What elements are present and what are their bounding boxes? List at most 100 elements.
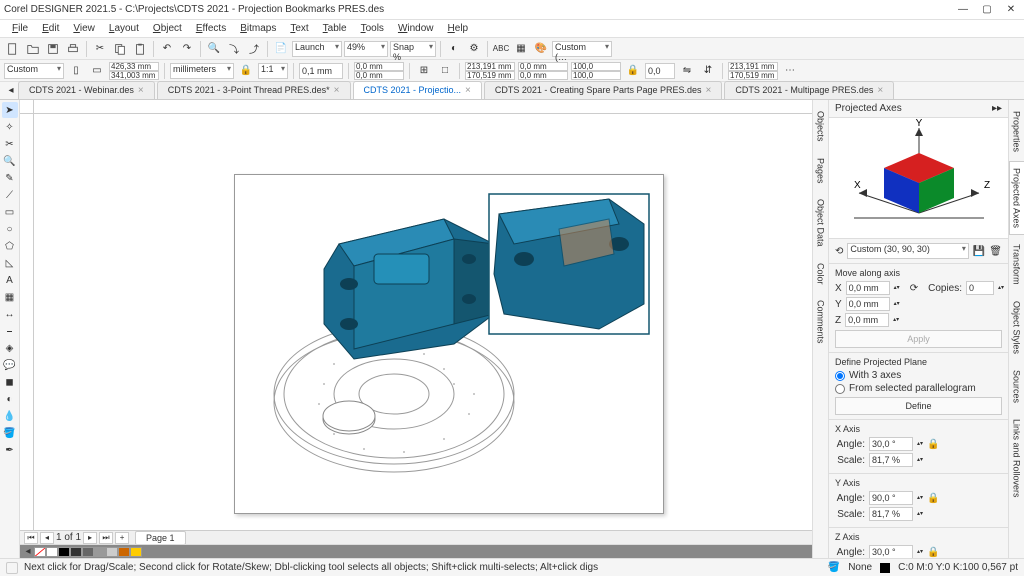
treat-as-icon[interactable]: □ [436,62,454,80]
menu-view[interactable]: View [67,21,101,36]
z-angle-input[interactable] [869,545,913,558]
docker-tab-projected-axes[interactable]: Projected Axes [1009,161,1024,235]
define-button[interactable]: Define [835,397,1002,415]
delete-preset-icon[interactable]: 🗑 [989,246,1002,257]
color-swatch[interactable] [70,547,82,557]
scale-pct[interactable] [571,62,621,80]
copies-input[interactable] [966,281,994,295]
menu-window[interactable]: Window [392,21,440,36]
last-page-button[interactable]: ⏭ [99,532,113,544]
cut-icon[interactable]: ✂ [91,40,109,58]
first-page-button[interactable]: ⏮ [24,532,38,544]
nudge-input[interactable] [299,63,343,79]
fill-tool[interactable]: 🪣 [2,425,18,441]
menu-object[interactable]: Object [147,21,188,36]
align-icon[interactable]: ⊞ [415,62,433,80]
obj-size[interactable] [465,62,515,80]
color-swatch[interactable] [82,547,94,557]
dimension-tool[interactable]: ↔ [2,306,18,322]
zoom-combo[interactable]: 49% [344,41,388,57]
zoom-tool[interactable]: 🔍 [2,153,18,169]
export-icon[interactable]: ⤴ [245,40,263,58]
page-preset-combo[interactable]: Custom [4,63,64,79]
tab-scroll-left-icon[interactable]: ◂ [4,81,18,99]
move-z-input[interactable] [845,313,889,327]
table-tool[interactable]: ▦ [2,289,18,305]
redo-icon[interactable]: ↷ [178,40,196,58]
color-swatch[interactable] [118,547,130,557]
lock-icon[interactable]: 🔒 [927,547,939,558]
menu-help[interactable]: Help [442,21,475,36]
menu-table[interactable]: Table [317,21,353,36]
3point-tool[interactable]: ◺ [2,255,18,271]
minimize-button[interactable]: — [954,3,972,17]
add-page-button[interactable]: + [115,532,129,544]
no-fill-swatch[interactable] [34,547,46,557]
paste-icon[interactable] [131,40,149,58]
workspace-combo[interactable]: Custom (… [552,41,612,57]
move-x-input[interactable] [846,281,890,295]
x-angle-input[interactable] [869,437,913,451]
callout-tool[interactable]: 💬 [2,357,18,373]
print-icon[interactable] [64,40,82,58]
docker-tab-transform[interactable]: Transform [1009,237,1024,292]
abc-icon[interactable]: ABC [492,40,510,58]
pick-tool[interactable]: ➤ [2,102,18,118]
open-icon[interactable] [24,40,42,58]
close-tab-icon[interactable]: × [465,85,471,96]
import-icon[interactable]: ⤵ [225,40,243,58]
close-tab-icon[interactable]: × [706,85,712,96]
outline-tool[interactable]: ✒ [2,442,18,458]
ruler-horizontal[interactable] [34,100,812,113]
docker-tab-sources[interactable]: Sources [1009,363,1024,410]
docker-tab-objects[interactable]: Objects [813,104,829,149]
rotation-input[interactable] [645,63,675,79]
lock-icon[interactable]: 🔒 [927,493,939,504]
menu-effects[interactable]: Effects [190,21,232,36]
orbit-icon[interactable]: ⟲ [835,246,843,257]
orientation-portrait-icon[interactable]: ▯ [67,62,85,80]
text-tool[interactable]: A [2,272,18,288]
halo-icon[interactable]: ◐ [445,40,463,58]
projected-tool[interactable]: ◈ [2,340,18,356]
next-page-button[interactable]: ▸ [83,532,97,544]
duplicate-offset[interactable] [354,62,404,80]
rotate-icon[interactable]: ⟳ [910,283,918,294]
palette-scroll-left[interactable]: ◂ [22,546,34,557]
menu-bitmaps[interactable]: Bitmaps [234,21,282,36]
launch-combo[interactable]: Launch [292,41,342,57]
xy-position[interactable] [109,62,159,80]
document-tab[interactable]: CDTS 2021 - Projectio...× [353,81,482,99]
prev-page-button[interactable]: ◂ [40,532,54,544]
smart-drawing-tool[interactable]: ⟋ [2,187,18,203]
lock-ratio-icon[interactable]: 🔒 [237,62,255,80]
crop-tool[interactable]: ✂ [2,136,18,152]
drop-shadow-tool[interactable]: ◼ [2,374,18,390]
menu-tools[interactable]: Tools [355,21,390,36]
color-swatch[interactable] [58,547,70,557]
docker-tab-comments[interactable]: Comments [813,293,829,351]
color-swatch[interactable] [130,547,142,557]
close-tab-icon[interactable]: × [334,85,340,96]
document-tab[interactable]: CDTS 2021 - Multipage PRES.des× [724,81,894,99]
mirror-v-icon[interactable]: ⇵ [699,62,717,80]
rectangle-tool[interactable]: ▭ [2,204,18,220]
ruler-vertical[interactable] [20,114,34,530]
save-icon[interactable] [44,40,62,58]
more-icon[interactable]: ⋯ [781,62,799,80]
document-tab[interactable]: CDTS 2021 - 3-Point Thread PRES.des*× [157,81,351,99]
shape-tool[interactable]: ✧ [2,119,18,135]
menu-edit[interactable]: Edit [36,21,65,36]
search-icon[interactable]: 🔍 [205,40,223,58]
menu-file[interactable]: File [6,21,34,36]
color-swatch[interactable] [94,547,106,557]
obj-size2[interactable] [728,62,778,80]
move-y-input[interactable] [846,297,890,311]
color-swatch[interactable] [106,547,118,557]
lock-icon[interactable]: 🔒 [624,62,642,80]
with-3-axes-radio[interactable] [835,371,845,381]
maximize-button[interactable]: ▢ [978,3,996,17]
grid-icon[interactable]: ▦ [512,40,530,58]
eyedropper-tool[interactable]: 💧 [2,408,18,424]
menu-layout[interactable]: Layout [103,21,145,36]
